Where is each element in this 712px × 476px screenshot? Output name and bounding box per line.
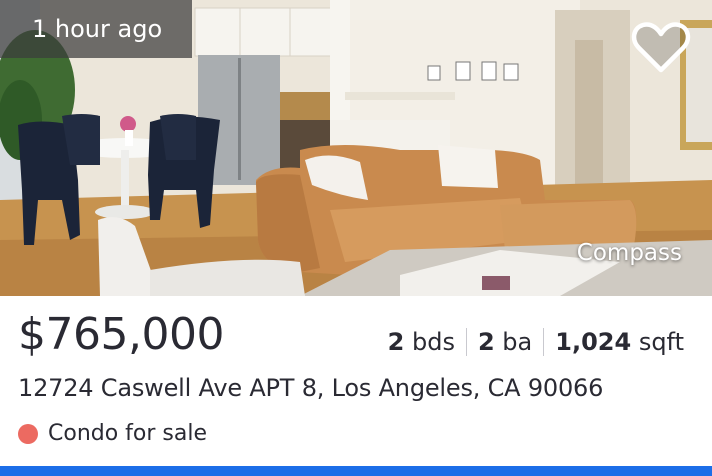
time-listed-badge: 1 hour ago xyxy=(0,0,193,58)
fact-divider xyxy=(465,328,467,356)
sqft-unit: sqft xyxy=(638,328,684,356)
baths-fact: 2 ba xyxy=(478,328,532,356)
baths-value: 2 xyxy=(477,328,495,356)
listing-facts: 2 bds 2 ba 1,024 sqft xyxy=(388,328,684,356)
beds-value: 2 xyxy=(387,328,405,356)
listing-photo[interactable]: 1 hour ago Compass xyxy=(0,0,712,296)
beds-fact: 2 bds xyxy=(388,328,455,356)
listing-card[interactable]: 1 hour ago Compass $765,000 2 bds 2 ba 1… xyxy=(0,0,712,476)
heart-outline-icon xyxy=(631,22,691,73)
card-accent-bar xyxy=(0,466,712,476)
sqft-value: 1,024 xyxy=(555,328,632,356)
status-text: Condo for sale xyxy=(48,421,208,446)
listing-address[interactable]: 12724 Caswell Ave APT 8, Los Angeles, CA… xyxy=(18,374,603,402)
beds-unit: bds xyxy=(411,328,455,356)
status-dot-icon xyxy=(18,423,38,444)
listing-price: $765,000 xyxy=(18,309,224,360)
brokerage-watermark: Compass xyxy=(576,240,682,266)
listing-status: Condo for sale xyxy=(18,421,207,446)
sqft-fact: 1,024 sqft xyxy=(555,328,684,356)
save-home-button[interactable] xyxy=(630,18,692,78)
baths-unit: ba xyxy=(502,328,533,356)
fact-divider xyxy=(543,328,545,356)
